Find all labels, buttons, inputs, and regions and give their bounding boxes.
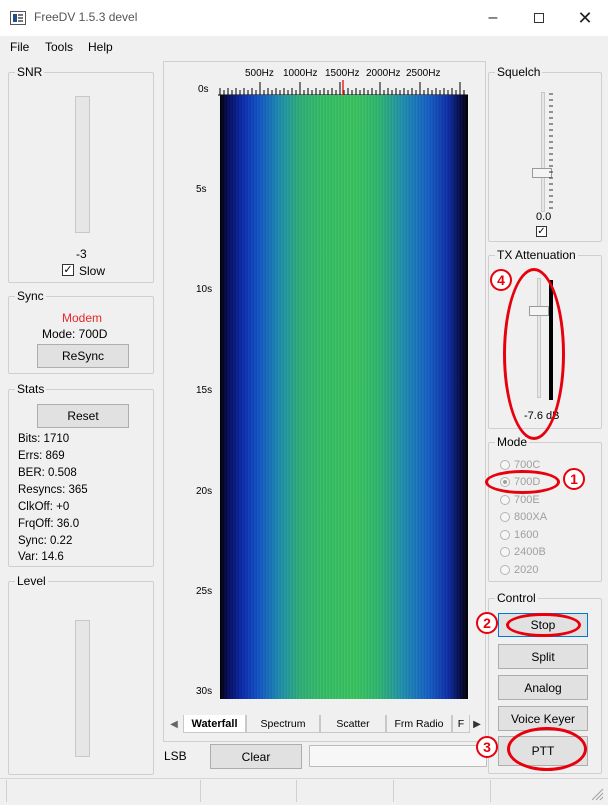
tab-f[interactable]: F (452, 715, 470, 733)
freq-label-2500: 2500Hz (406, 68, 441, 79)
split-button[interactable]: Split (498, 644, 588, 669)
waterfall-display[interactable] (220, 95, 468, 699)
sync-mode: Mode: 700D (42, 327, 108, 341)
stats-var: Var: 14.6 (18, 551, 64, 563)
resize-grip-icon[interactable] (590, 787, 604, 801)
snr-title: SNR (15, 65, 45, 79)
reset-button[interactable]: Reset (37, 404, 129, 428)
sync-status: Modem (62, 311, 103, 325)
menu-file[interactable]: File (10, 40, 29, 54)
checkbox-checked-icon[interactable]: ✓ (62, 264, 74, 276)
time-label-20s: 20s (196, 486, 213, 497)
annotation-number-1: 1 (563, 468, 585, 490)
annotation-number-2: 2 (476, 612, 498, 634)
freq-label-1500: 1500Hz (325, 68, 360, 79)
analog-button[interactable]: Analog (498, 675, 588, 700)
maximize-icon (534, 13, 544, 23)
radio-icon (500, 460, 510, 470)
annotation-ring-700d (485, 470, 560, 494)
status-separator (6, 780, 7, 802)
time-label-5s: 5s (196, 184, 207, 195)
stats-title: Stats (15, 382, 47, 396)
level-meter (75, 620, 90, 757)
stats-frqoff: FrqOff: 36.0 (18, 518, 80, 530)
mode-radio-2400b[interactable]: 2400B (500, 545, 546, 559)
status-separator (393, 780, 394, 802)
app-icon (10, 11, 26, 25)
radio-icon (500, 530, 510, 540)
squelch-ticks (549, 93, 553, 209)
close-icon: ✕ (577, 7, 593, 28)
status-bar (0, 778, 608, 805)
tab-spectrum[interactable]: Spectrum (246, 715, 320, 733)
freq-label-2000: 2000Hz (366, 68, 401, 79)
time-label-0s: 0s (198, 84, 209, 95)
snr-meter (75, 96, 90, 233)
time-label-30s: 30s (196, 686, 213, 697)
resync-button[interactable]: ReSync (37, 344, 129, 368)
stats-clkoff: ClkOff: +0 (18, 501, 70, 513)
clear-button[interactable]: Clear (210, 744, 302, 769)
chevron-right-icon[interactable]: ▶ (470, 715, 484, 733)
status-separator (490, 780, 491, 802)
close-button[interactable]: ✕ (562, 0, 608, 36)
annotation-ring-stop (506, 613, 581, 637)
radio-icon (500, 565, 510, 575)
stats-bits: Bits: 1710 (18, 433, 70, 445)
time-label-25s: 25s (196, 586, 213, 597)
menu-tools[interactable]: Tools (45, 40, 73, 54)
radio-icon (500, 495, 510, 505)
status-separator (296, 780, 297, 802)
mode-700e-label: 700E (514, 494, 540, 506)
stats-sync: Sync: 0.22 (18, 535, 73, 547)
maximize-button[interactable] (516, 0, 562, 36)
sideband-label: LSB (164, 749, 187, 763)
annotation-ring-ptt (507, 727, 587, 771)
mode-2400b-label: 2400B (514, 546, 546, 558)
chevron-left-icon[interactable]: ◀ (166, 715, 182, 733)
annotation-ring-tx-attenuation (503, 268, 565, 440)
status-separator (200, 780, 201, 802)
radio-icon (500, 512, 510, 522)
minimize-icon: – (488, 9, 498, 26)
window-title: FreeDV 1.5.3 devel (34, 10, 138, 24)
radio-icon (500, 547, 510, 557)
mode-2020-label: 2020 (514, 564, 539, 576)
mode-radio-700e[interactable]: 700E (500, 493, 540, 507)
time-label-15s: 15s (196, 385, 213, 396)
annotation-number-4: 4 (490, 269, 512, 291)
mode-800xa-label: 800XA (514, 511, 548, 523)
mode-1600-label: 1600 (514, 529, 539, 541)
control-title: Control (495, 591, 538, 605)
sync-title: Sync (15, 289, 46, 303)
squelch-track (541, 92, 545, 212)
annotation-number-3: 3 (476, 736, 498, 758)
level-title: Level (15, 574, 48, 588)
mode-title: Mode (495, 435, 530, 449)
squelch-title: Squelch (495, 65, 543, 79)
text-field[interactable] (309, 745, 487, 767)
time-label-10s: 10s (196, 284, 213, 295)
tab-scatter[interactable]: Scatter (320, 715, 386, 733)
minimize-button[interactable]: – (470, 0, 516, 36)
stats-errs: Errs: 869 (18, 450, 65, 462)
stats-ber: BER: 0.508 (18, 467, 77, 479)
slow-label: Slow (79, 264, 106, 278)
freq-label-1000: 1000Hz (283, 68, 318, 79)
frequency-ruler (218, 80, 468, 96)
tab-frm-radio[interactable]: Frm Radio (386, 715, 452, 733)
menu-help[interactable]: Help (88, 40, 113, 54)
tx-attenuation-title: TX Attenuation (495, 248, 578, 262)
mode-radio-1600[interactable]: 1600 (500, 528, 538, 542)
mode-radio-2020[interactable]: 2020 (500, 563, 538, 577)
tab-waterfall[interactable]: Waterfall (183, 715, 246, 733)
squelch-checkbox[interactable]: ✓ (536, 226, 547, 237)
snr-value: -3 (76, 247, 87, 261)
freq-label-500: 500Hz (245, 68, 274, 79)
mode-radio-800xa[interactable]: 800XA (500, 510, 547, 524)
squelch-value: 0.0 (536, 211, 552, 223)
stats-resyncs: Resyncs: 365 (18, 484, 88, 496)
